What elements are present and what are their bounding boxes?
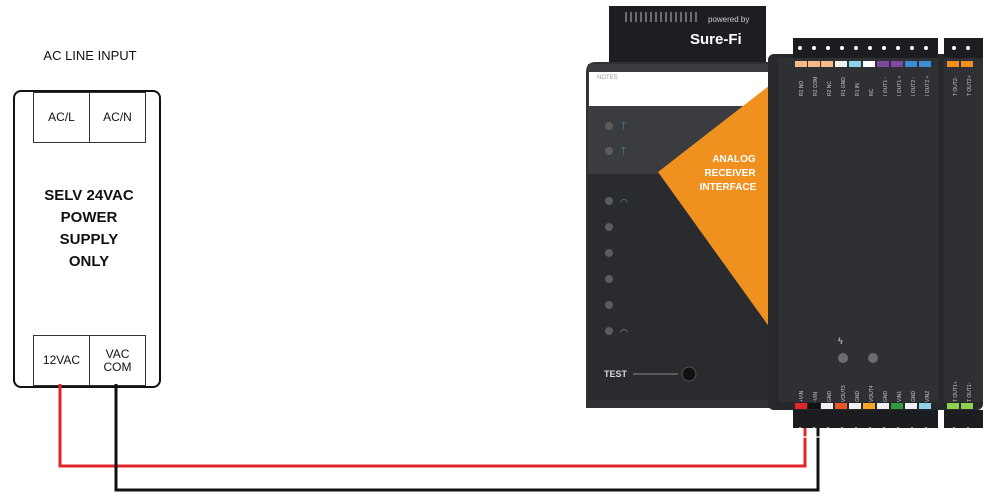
top-pin-label: R1 GND <box>841 77 847 96</box>
adjust-knob-1[interactable] <box>838 353 848 363</box>
led-1 <box>605 197 613 205</box>
wiring-diagram: powered by Sure-Fi NOTES ᛉ ᛉ ◠ ◠ TEST AN… <box>58 6 983 492</box>
top-pin-label: I OUT2 + <box>925 75 931 96</box>
bottom-pin-label: T OUT1- <box>967 382 973 402</box>
bottom-pin-label: +VIN <box>799 390 805 402</box>
antenna-rx-icon: ᛉ <box>621 146 626 156</box>
face-label-line-1: ANALOG <box>712 154 756 165</box>
top-pin-label: R2 COM <box>813 77 819 96</box>
bottom-pin-label: T OUT1+ <box>953 381 959 402</box>
led-5 <box>605 301 613 309</box>
wifi-icon-top: ◠ <box>620 197 628 207</box>
powered-by-text: powered by <box>708 15 749 24</box>
top-pin-label: I OUT2 - <box>911 76 917 96</box>
top-pin-label: NC <box>869 88 875 96</box>
led-tx <box>605 122 613 130</box>
power-led-icon: ϟ <box>838 336 843 346</box>
bottom-pin-label: GND <box>855 391 861 403</box>
face-label-line-3: INTERFACE <box>700 182 757 193</box>
led-2 <box>605 223 613 231</box>
top-pin-label: I OUT1 + <box>897 75 903 96</box>
top-pin-label: T OUT2+ <box>967 75 973 96</box>
top-pin-label: T OUT2- <box>953 76 959 96</box>
bottom-pin-label: VIN1 <box>897 391 903 402</box>
adjust-knob-2[interactable] <box>868 353 878 363</box>
wifi-icon-bottom: ◠ <box>620 327 628 337</box>
top-pin-label: R2 NC <box>827 81 833 96</box>
led-rx <box>605 147 613 155</box>
bottom-pin-label: GND <box>883 391 889 403</box>
test-label: TEST <box>604 369 628 379</box>
bottom-pin-label: GND <box>827 391 833 403</box>
sure-fi-logo-text: Sure-Fi <box>690 31 742 48</box>
face-label-line-2: RECEIVER <box>704 168 756 179</box>
bottom-pin-label: -VIN <box>813 392 819 402</box>
top-pin-label: R2 NO <box>799 81 805 96</box>
top-pin-label: R1 IN <box>855 83 861 96</box>
antenna-tx-icon: ᛉ <box>621 121 626 131</box>
bottom-pin-label: VOUT3 <box>841 385 847 402</box>
led-6 <box>605 327 613 335</box>
bottom-pin-label: VIN2 <box>925 391 931 402</box>
sure-fi-module: powered by Sure-Fi <box>609 6 766 64</box>
led-4 <box>605 275 613 283</box>
bottom-pin-label: VOUT4 <box>869 385 875 402</box>
bottom-pin-label: GND <box>911 391 917 403</box>
bottom-screw-slots <box>795 427 973 438</box>
device-terminal-body: R2 NO R2 COM R2 NC R1 GND R1 IN NC I OUT… <box>768 38 983 438</box>
notes-label: NOTES <box>597 75 618 81</box>
top-pin-label: I OUT1 - <box>883 76 889 96</box>
led-3 <box>605 249 613 257</box>
test-button[interactable] <box>681 366 697 382</box>
module-pins <box>625 12 697 22</box>
